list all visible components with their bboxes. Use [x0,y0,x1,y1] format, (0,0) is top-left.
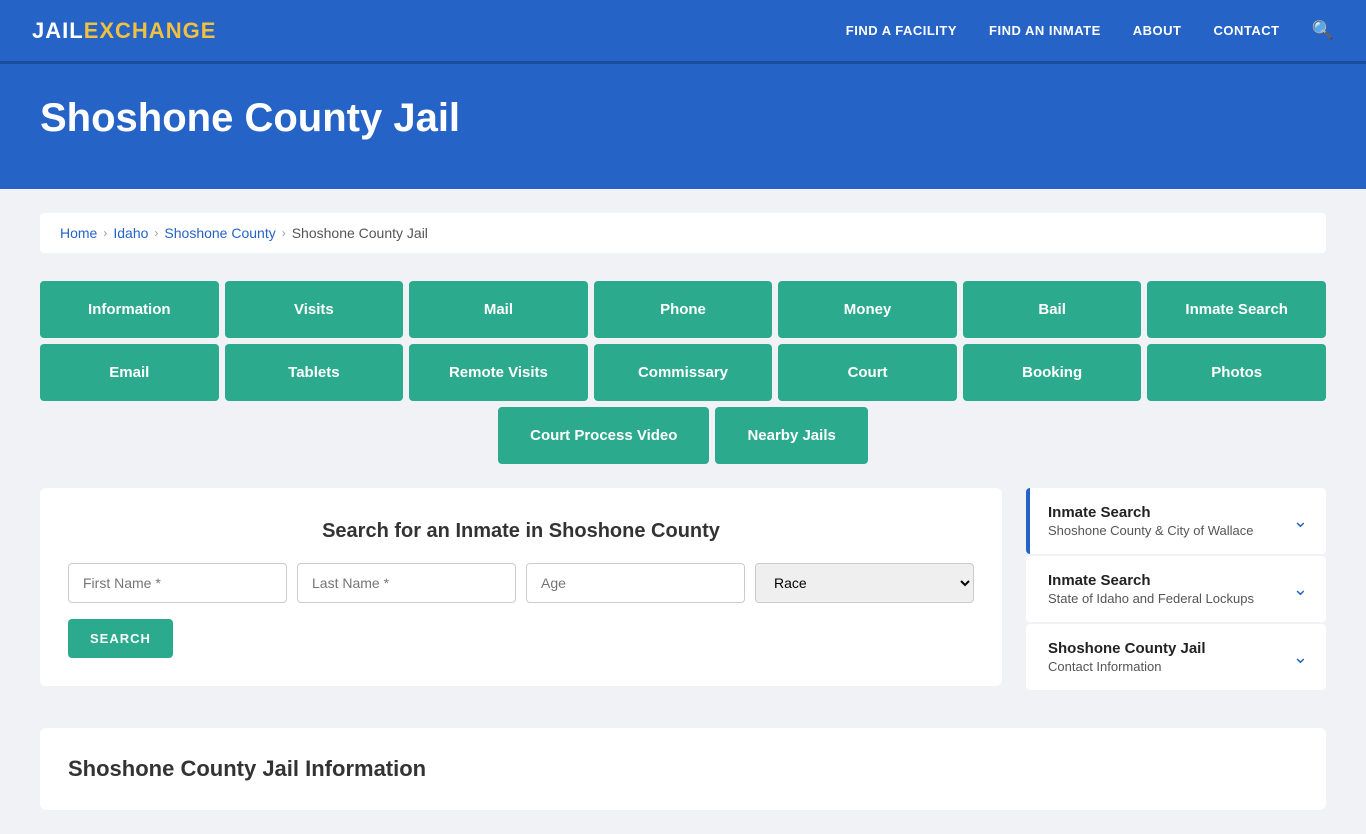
breadcrumb-sep-3: › [282,226,286,240]
chevron-down-icon-1: ⌄ [1293,511,1308,532]
search-box: Search for an Inmate in Shoshone County … [40,488,1002,686]
sidebar-item-text-3: Shoshone County Jail Contact Information [1048,640,1206,674]
btn-court[interactable]: Court [778,344,957,401]
sidebar-item-text-1: Inmate Search Shoshone County & City of … [1048,504,1253,538]
btn-mail[interactable]: Mail [409,281,588,338]
btn-commissary[interactable]: Commissary [594,344,773,401]
breadcrumb-shoshone-county[interactable]: Shoshone County [164,225,275,241]
search-icon[interactable]: 🔍 [1312,20,1334,41]
search-title: Search for an Inmate in Shoshone County [68,520,974,543]
btn-money[interactable]: Money [778,281,957,338]
sidebar-item-sub-3: Contact Information [1048,659,1206,674]
page-title: Shoshone County Jail [40,96,1326,141]
btn-nearby-jails[interactable]: Nearby Jails [715,407,867,464]
breadcrumb-sep-1: › [103,226,107,240]
btn-remote-visits[interactable]: Remote Visits [409,344,588,401]
chevron-down-icon-3: ⌄ [1293,647,1308,668]
sidebar-item-title-3: Shoshone County Jail [1048,640,1206,657]
logo-jail: JAIL [32,18,84,43]
breadcrumb-idaho[interactable]: Idaho [113,225,148,241]
breadcrumb-current: Shoshone County Jail [292,225,428,241]
btn-tablets[interactable]: Tablets [225,344,404,401]
logo[interactable]: JAILEXCHANGE [32,18,216,44]
info-title: Shoshone County Jail Information [68,756,1298,782]
hero-section: Shoshone County Jail [0,64,1366,189]
sidebar: Inmate Search Shoshone County & City of … [1026,488,1326,692]
sidebar-item-title-1: Inmate Search [1048,504,1253,521]
info-layout: Shoshone County Jail Information [40,708,1326,810]
button-grid-row2: Email Tablets Remote Visits Commissary C… [40,344,1326,401]
btn-inmate-search[interactable]: Inmate Search [1147,281,1326,338]
btn-court-process-video[interactable]: Court Process Video [498,407,709,464]
find-a-facility-link[interactable]: FIND A FACILITY [846,23,957,38]
breadcrumb: Home › Idaho › Shoshone County › Shoshon… [40,213,1326,253]
button-grid-row3: Court Process Video Nearby Jails [40,407,1326,464]
chevron-down-icon-2: ⌄ [1293,579,1308,600]
sidebar-item-sub-2: State of Idaho and Federal Lockups [1048,591,1254,606]
about-link[interactable]: ABOUT [1133,23,1182,38]
sidebar-contact-info[interactable]: Shoshone County Jail Contact Information… [1026,624,1326,690]
sidebar-item-title-2: Inmate Search [1048,572,1254,589]
sidebar-item-sub-1: Shoshone County & City of Wallace [1048,523,1253,538]
btn-booking[interactable]: Booking [963,344,1142,401]
navbar: JAILEXCHANGE FIND A FACILITY FIND AN INM… [0,0,1366,64]
sidebar-inmate-search-shoshone[interactable]: Inmate Search Shoshone County & City of … [1026,488,1326,554]
last-name-input[interactable] [297,563,516,603]
btn-bail[interactable]: Bail [963,281,1142,338]
first-name-input[interactable] [68,563,287,603]
btn-photos[interactable]: Photos [1147,344,1326,401]
info-section: Shoshone County Jail Information [40,728,1326,810]
nav-links: FIND A FACILITY FIND AN INMATE ABOUT CON… [846,20,1334,41]
btn-information[interactable]: Information [40,281,219,338]
age-input[interactable] [526,563,745,603]
sidebar-inmate-search-idaho[interactable]: Inmate Search State of Idaho and Federal… [1026,556,1326,622]
search-button[interactable]: SEARCH [68,619,173,658]
btn-email[interactable]: Email [40,344,219,401]
contact-link[interactable]: CONTACT [1213,23,1279,38]
logo-exchange: EXCHANGE [84,18,217,43]
sidebar-item-text-2: Inmate Search State of Idaho and Federal… [1048,572,1254,606]
btn-phone[interactable]: Phone [594,281,773,338]
race-select[interactable]: Race White Black Hispanic Asian Other [755,563,974,603]
btn-visits[interactable]: Visits [225,281,404,338]
search-fields: Race White Black Hispanic Asian Other [68,563,974,603]
button-grid-row1: Information Visits Mail Phone Money Bail… [40,281,1326,338]
main-layout: Search for an Inmate in Shoshone County … [40,488,1326,692]
find-an-inmate-link[interactable]: FIND AN INMATE [989,23,1101,38]
content-area: Home › Idaho › Shoshone County › Shoshon… [0,189,1366,834]
breadcrumb-sep-2: › [154,226,158,240]
breadcrumb-home[interactable]: Home [60,225,97,241]
